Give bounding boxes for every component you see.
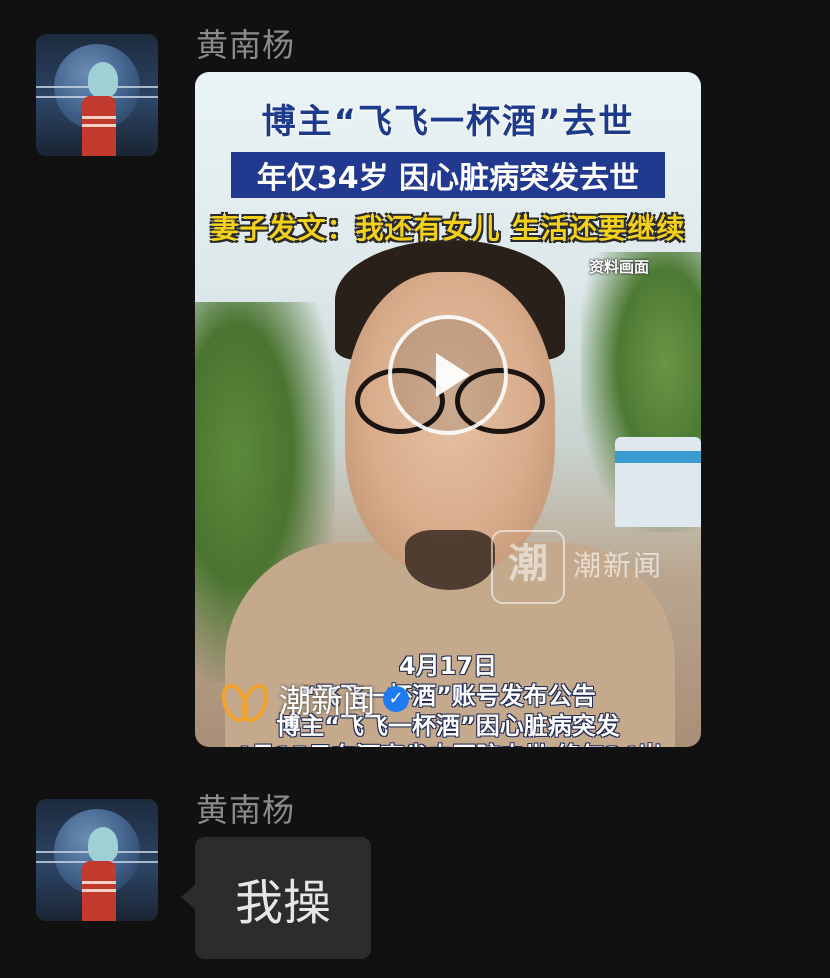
sender-avatar[interactable]: [36, 34, 158, 156]
avatar-stripe: [82, 124, 116, 127]
video-message-card[interactable]: 博主“飞飞一杯酒”去世 年仅34岁 因心脏病突发去世 妻子发文：我还有女儿 生活…: [195, 72, 701, 747]
sender-avatar[interactable]: [36, 799, 158, 921]
video-headline: 博主“飞飞一杯酒”去世: [261, 102, 635, 142]
video-frame-building: [615, 437, 701, 527]
video-frame-beard: [405, 530, 495, 590]
play-icon[interactable]: [388, 315, 508, 435]
archive-footage-label: 资料画面: [588, 258, 649, 276]
avatar-figure-head: [88, 62, 118, 98]
bubble-text: 我操: [195, 837, 372, 959]
avatar-figure-head: [88, 827, 118, 863]
sender-name: 黄南杨: [196, 26, 296, 64]
avatar-stripe: [82, 881, 116, 884]
watermark-logo: 潮: [491, 530, 565, 604]
video-channel[interactable]: 潮新闻 ✓: [216, 674, 410, 726]
avatar-stripe: [82, 116, 116, 119]
watermark-text: 潮新闻: [573, 549, 664, 582]
video-subhead: 年仅34岁 因心脏病突发去世: [231, 152, 665, 198]
text-bubble[interactable]: 我操: [181, 837, 372, 959]
verified-badge-icon: ✓: [383, 686, 410, 712]
video-caption-line: 4月15日在河南省中医院去世 终年34岁: [195, 736, 701, 747]
sender-name: 黄南杨: [196, 791, 296, 829]
channel-name: 潮新闻: [279, 682, 376, 720]
video-quote-line: 妻子发文：我还有女儿 生活还要继续: [210, 212, 686, 245]
avatar-stripe: [82, 889, 116, 892]
channel-logo-icon: [216, 679, 274, 726]
